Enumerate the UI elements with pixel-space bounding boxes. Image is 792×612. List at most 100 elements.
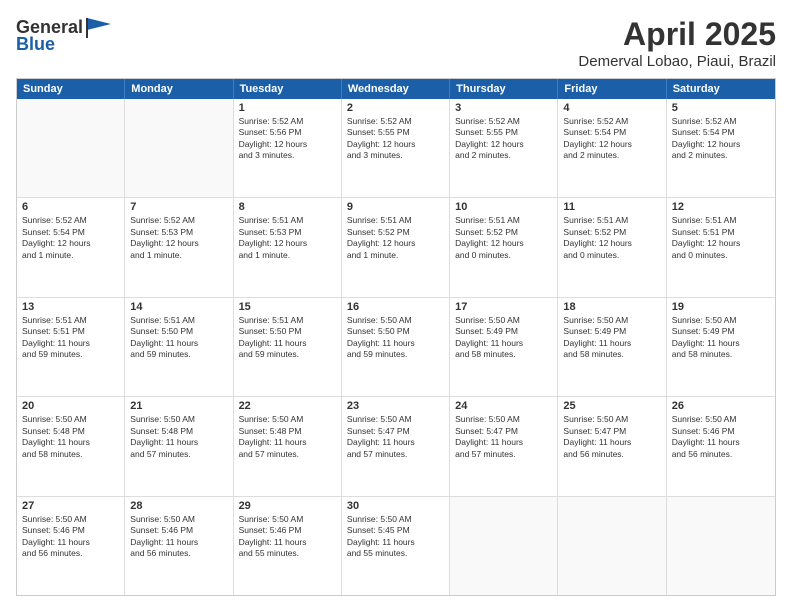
day-number: 5: [672, 102, 770, 114]
day-info: Sunrise: 5:50 AM Sunset: 5:45 PM Dayligh…: [347, 514, 444, 560]
cal-cell-0-5: 4 Sunrise: 5:52 AM Sunset: 5:54 PM Daylig…: [558, 99, 666, 197]
day-number: 12: [672, 201, 770, 213]
day-number: 25: [563, 400, 660, 412]
day-info: Sunrise: 5:50 AM Sunset: 5:46 PM Dayligh…: [239, 514, 336, 560]
day-info: Sunrise: 5:52 AM Sunset: 5:54 PM Dayligh…: [672, 116, 770, 162]
cal-cell-3-2: 22Sunrise: 5:50 AM Sunset: 5:48 PM Dayli…: [234, 397, 342, 495]
header: General Blue April 2025 Demerval Lobao, …: [16, 16, 776, 70]
day-info: Sunrise: 5:50 AM Sunset: 5:48 PM Dayligh…: [239, 414, 336, 460]
cal-cell-0-4: 3 Sunrise: 5:52 AM Sunset: 5:55 PM Daylig…: [450, 99, 558, 197]
calendar-header: Sunday Monday Tuesday Wednesday Thursday…: [17, 79, 775, 99]
page-title: April 2025: [578, 16, 776, 53]
day-number: 11: [563, 201, 660, 213]
logo-blue: Blue: [16, 34, 55, 55]
cal-cell-2-1: 14Sunrise: 5:51 AM Sunset: 5:50 PM Dayli…: [125, 298, 233, 396]
day-info: Sunrise: 5:51 AM Sunset: 5:52 PM Dayligh…: [455, 215, 552, 261]
header-thursday: Thursday: [450, 79, 558, 99]
day-info: Sunrise: 5:52 AM Sunset: 5:56 PM Dayligh…: [239, 116, 336, 162]
day-number: 10: [455, 201, 552, 213]
cal-cell-4-1: 28 Sunrise: 5:50 AM Sunset: 5:46 PM Dayli…: [125, 497, 233, 595]
day-info: Sunrise: 5:50 AM Sunset: 5:46 PM Dayligh…: [22, 514, 119, 560]
cal-cell-1-6: 12Sunrise: 5:51 AM Sunset: 5:51 PM Dayli…: [667, 198, 775, 296]
logo-flag-icon: [85, 16, 113, 38]
cal-cell-3-6: 26Sunrise: 5:50 AM Sunset: 5:46 PM Dayli…: [667, 397, 775, 495]
day-info: Sunrise: 5:52 AM Sunset: 5:55 PM Dayligh…: [455, 116, 552, 162]
day-info: Sunrise: 5:51 AM Sunset: 5:52 PM Dayligh…: [347, 215, 444, 261]
cal-row-2: 13Sunrise: 5:51 AM Sunset: 5:51 PM Dayli…: [17, 297, 775, 396]
day-number: 28: [130, 500, 227, 512]
day-number: 1: [239, 102, 336, 114]
day-number: 16: [347, 301, 444, 313]
cal-cell-2-6: 19 Sunrise: 5:50 AM Sunset: 5:49 PM Dayli…: [667, 298, 775, 396]
day-info: Sunrise: 5:50 AM Sunset: 5:47 PM Dayligh…: [347, 414, 444, 460]
cal-cell-2-0: 13Sunrise: 5:51 AM Sunset: 5:51 PM Dayli…: [17, 298, 125, 396]
cal-cell-3-4: 24Sunrise: 5:50 AM Sunset: 5:47 PM Dayli…: [450, 397, 558, 495]
day-info: Sunrise: 5:50 AM Sunset: 5:48 PM Dayligh…: [22, 414, 119, 460]
day-number: 3: [455, 102, 552, 114]
cal-cell-1-2: 8 Sunrise: 5:51 AM Sunset: 5:53 PM Daylig…: [234, 198, 342, 296]
page: General Blue April 2025 Demerval Lobao, …: [0, 0, 792, 612]
day-info: Sunrise: 5:51 AM Sunset: 5:50 PM Dayligh…: [130, 315, 227, 361]
day-info: Sunrise: 5:52 AM Sunset: 5:54 PM Dayligh…: [563, 116, 660, 162]
cal-cell-0-1: [125, 99, 233, 197]
day-number: 27: [22, 500, 119, 512]
cal-cell-1-5: 11 Sunrise: 5:51 AM Sunset: 5:52 PM Dayli…: [558, 198, 666, 296]
day-number: 9: [347, 201, 444, 213]
cal-row-1: 6 Sunrise: 5:52 AM Sunset: 5:54 PM Daylig…: [17, 197, 775, 296]
cal-cell-3-3: 23Sunrise: 5:50 AM Sunset: 5:47 PM Dayli…: [342, 397, 450, 495]
day-info: Sunrise: 5:51 AM Sunset: 5:52 PM Dayligh…: [563, 215, 660, 261]
day-number: 18: [563, 301, 660, 313]
cal-cell-4-6: [667, 497, 775, 595]
day-info: Sunrise: 5:50 AM Sunset: 5:48 PM Dayligh…: [130, 414, 227, 460]
day-number: 13: [22, 301, 119, 313]
day-info: Sunrise: 5:51 AM Sunset: 5:50 PM Dayligh…: [239, 315, 336, 361]
day-info: Sunrise: 5:50 AM Sunset: 5:49 PM Dayligh…: [563, 315, 660, 361]
cal-cell-1-4: 10 Sunrise: 5:51 AM Sunset: 5:52 PM Dayli…: [450, 198, 558, 296]
cal-cell-3-5: 25Sunrise: 5:50 AM Sunset: 5:47 PM Dayli…: [558, 397, 666, 495]
cal-cell-1-1: 7Sunrise: 5:52 AM Sunset: 5:53 PM Daylig…: [125, 198, 233, 296]
header-saturday: Saturday: [667, 79, 775, 99]
cal-row-4: 27 Sunrise: 5:50 AM Sunset: 5:46 PM Dayli…: [17, 496, 775, 595]
day-info: Sunrise: 5:50 AM Sunset: 5:49 PM Dayligh…: [672, 315, 770, 361]
day-number: 4: [563, 102, 660, 114]
cal-cell-3-0: 20 Sunrise: 5:50 AM Sunset: 5:48 PM Dayli…: [17, 397, 125, 495]
cal-cell-2-4: 17 Sunrise: 5:50 AM Sunset: 5:49 PM Dayli…: [450, 298, 558, 396]
header-friday: Friday: [558, 79, 666, 99]
day-info: Sunrise: 5:51 AM Sunset: 5:53 PM Dayligh…: [239, 215, 336, 261]
cal-row-0: 1 Sunrise: 5:52 AM Sunset: 5:56 PM Daylig…: [17, 99, 775, 197]
cal-cell-4-5: [558, 497, 666, 595]
day-info: Sunrise: 5:50 AM Sunset: 5:50 PM Dayligh…: [347, 315, 444, 361]
title-block: April 2025 Demerval Lobao, Piaui, Brazil: [578, 16, 776, 70]
day-info: Sunrise: 5:50 AM Sunset: 5:46 PM Dayligh…: [130, 514, 227, 560]
header-wednesday: Wednesday: [342, 79, 450, 99]
header-sunday: Sunday: [17, 79, 125, 99]
day-info: Sunrise: 5:52 AM Sunset: 5:54 PM Dayligh…: [22, 215, 119, 261]
cal-cell-2-3: 16 Sunrise: 5:50 AM Sunset: 5:50 PM Dayli…: [342, 298, 450, 396]
day-info: Sunrise: 5:50 AM Sunset: 5:49 PM Dayligh…: [455, 315, 552, 361]
day-number: 29: [239, 500, 336, 512]
day-number: 19: [672, 301, 770, 313]
day-info: Sunrise: 5:52 AM Sunset: 5:55 PM Dayligh…: [347, 116, 444, 162]
day-number: 30: [347, 500, 444, 512]
day-number: 8: [239, 201, 336, 213]
cal-cell-0-6: 5 Sunrise: 5:52 AM Sunset: 5:54 PM Daylig…: [667, 99, 775, 197]
day-number: 26: [672, 400, 770, 412]
day-number: 20: [22, 400, 119, 412]
cal-cell-4-4: [450, 497, 558, 595]
day-number: 15: [239, 301, 336, 313]
cal-cell-0-0: [17, 99, 125, 197]
day-number: 2: [347, 102, 444, 114]
logo: General Blue: [16, 16, 113, 55]
cal-cell-0-3: 2 Sunrise: 5:52 AM Sunset: 5:55 PM Daylig…: [342, 99, 450, 197]
day-number: 24: [455, 400, 552, 412]
cal-row-3: 20 Sunrise: 5:50 AM Sunset: 5:48 PM Dayli…: [17, 396, 775, 495]
header-monday: Monday: [125, 79, 233, 99]
cal-cell-2-2: 15 Sunrise: 5:51 AM Sunset: 5:50 PM Dayli…: [234, 298, 342, 396]
cal-cell-3-1: 21Sunrise: 5:50 AM Sunset: 5:48 PM Dayli…: [125, 397, 233, 495]
calendar-body: 1 Sunrise: 5:52 AM Sunset: 5:56 PM Daylig…: [17, 99, 775, 595]
cal-cell-1-3: 9 Sunrise: 5:51 AM Sunset: 5:52 PM Daylig…: [342, 198, 450, 296]
calendar: Sunday Monday Tuesday Wednesday Thursday…: [16, 78, 776, 596]
day-number: 17: [455, 301, 552, 313]
cal-cell-4-3: 30 Sunrise: 5:50 AM Sunset: 5:45 PM Dayli…: [342, 497, 450, 595]
day-number: 6: [22, 201, 119, 213]
